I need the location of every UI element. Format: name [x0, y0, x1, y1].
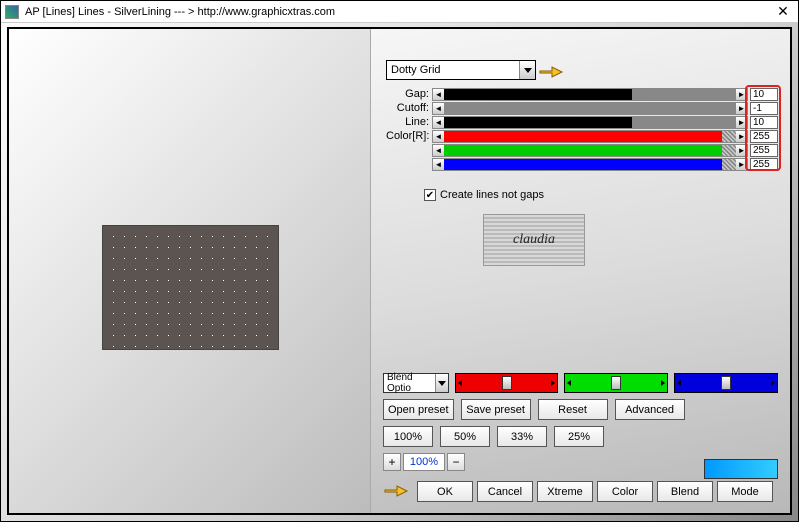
vendor-logo: claudia — [483, 214, 585, 266]
preset-buttons-row: Open preset Save preset Reset Advanced — [383, 399, 778, 420]
slider-value[interactable]: 255 — [750, 144, 778, 157]
plugin-window: AP [Lines] Lines - SilverLining --- > ht… — [0, 0, 799, 522]
slider-value[interactable]: -1 — [750, 102, 778, 115]
arrow-right-icon[interactable]: ► — [736, 89, 747, 100]
slider-track[interactable]: ◄ ► — [432, 130, 748, 143]
arrow-left-icon[interactable]: ◄ — [433, 131, 444, 142]
zoom-100-button[interactable]: 100% — [383, 426, 433, 447]
reset-button[interactable]: Reset — [538, 399, 608, 420]
pointer-hand-icon — [538, 60, 566, 80]
zoom-50-button[interactable]: 50% — [440, 426, 490, 447]
zoom-25-button[interactable]: 25% — [554, 426, 604, 447]
slider-value[interactable]: 255 — [750, 158, 778, 171]
color-button[interactable]: Color — [597, 481, 653, 502]
dialog-buttons-row: OK Cancel Xtreme Color Blend Mode — [383, 479, 778, 504]
arrow-right-icon[interactable]: ► — [736, 117, 747, 128]
slider-line: Line: ◄ ► 10 — [386, 115, 778, 129]
ok-button[interactable]: OK — [417, 481, 473, 502]
slider-track[interactable]: ◄ ► — [432, 144, 748, 157]
red-mixer-slider[interactable] — [455, 373, 559, 393]
create-lines-label: Create lines not gaps — [440, 189, 544, 201]
slider-value[interactable]: 255 — [750, 130, 778, 143]
arrow-left-icon[interactable]: ◄ — [433, 103, 444, 114]
blend-options-dropdown[interactable]: Blend Optio — [383, 373, 449, 393]
zoom-33-button[interactable]: 33% — [497, 426, 547, 447]
zoom-out-button[interactable]: − — [447, 453, 465, 471]
app-icon — [5, 5, 19, 19]
preset-row: Dotty Grid — [386, 60, 566, 80]
blue-mixer-slider[interactable] — [674, 373, 778, 393]
slider-track[interactable]: ◄ ► — [432, 88, 748, 101]
slider-value[interactable]: 10 — [750, 88, 778, 101]
slider-track[interactable]: ◄ ► — [432, 158, 748, 171]
slider-gap: Gap: ◄ ► 10 — [386, 87, 778, 101]
xtreme-button[interactable]: Xtreme — [537, 481, 593, 502]
pointer-hand-icon — [383, 479, 413, 504]
save-preset-button[interactable]: Save preset — [461, 399, 531, 420]
color-swatch[interactable] — [704, 459, 778, 479]
preset-dropdown[interactable]: Dotty Grid — [386, 60, 536, 80]
slider-color-b: ◄ ► 255 — [386, 157, 778, 171]
controls-pane: Dotty Grid Gap: ◄ ► 10 — [371, 29, 790, 513]
slider-color-r: Color[R]: ◄ ► 255 — [386, 129, 778, 143]
slider-color-g: ◄ ► 255 — [386, 143, 778, 157]
create-lines-checkbox[interactable]: ✔ — [424, 189, 436, 201]
green-mixer-slider[interactable] — [564, 373, 668, 393]
create-lines-checkbox-row: ✔ Create lines not gaps — [424, 189, 544, 201]
preview-pane — [9, 29, 371, 513]
arrow-left-icon[interactable]: ◄ — [433, 145, 444, 156]
arrow-left-icon[interactable]: ◄ — [433, 117, 444, 128]
slider-track[interactable]: ◄ ► — [432, 102, 748, 115]
preset-selected: Dotty Grid — [391, 64, 441, 76]
sliders-area: Gap: ◄ ► 10 Cutoff: ◄ ► -1 — [386, 87, 778, 171]
close-icon[interactable]: ✕ — [772, 3, 794, 20]
zoom-in-button[interactable]: + — [383, 453, 401, 471]
arrow-left-icon[interactable]: ◄ — [433, 89, 444, 100]
arrow-right-icon[interactable]: ► — [736, 159, 747, 170]
arrow-right-icon[interactable]: ► — [736, 131, 747, 142]
lower-controls: Blend Optio Open preset Save preset Rese… — [383, 373, 778, 504]
slider-value[interactable]: 10 — [750, 116, 778, 129]
open-preset-button[interactable]: Open preset — [383, 399, 454, 420]
advanced-button[interactable]: Advanced — [615, 399, 685, 420]
slider-track[interactable]: ◄ ► — [432, 116, 748, 129]
chevron-down-icon — [435, 374, 448, 392]
arrow-right-icon[interactable]: ► — [736, 103, 747, 114]
blend-button[interactable]: Blend — [657, 481, 713, 502]
zoom-preset-row: 100% 50% 33% 25% — [383, 426, 778, 447]
slider-cutoff: Cutoff: ◄ ► -1 — [386, 101, 778, 115]
arrow-right-icon[interactable]: ► — [736, 145, 747, 156]
zoom-value[interactable]: 100% — [403, 453, 445, 471]
titlebar: AP [Lines] Lines - SilverLining --- > ht… — [1, 1, 798, 23]
blend-options-row: Blend Optio — [383, 373, 778, 393]
arrow-left-icon[interactable]: ◄ — [433, 159, 444, 170]
mode-button[interactable]: Mode — [717, 481, 773, 502]
chevron-down-icon — [519, 61, 535, 79]
window-title: AP [Lines] Lines - SilverLining --- > ht… — [25, 6, 772, 18]
effect-preview[interactable] — [103, 226, 278, 349]
cancel-button[interactable]: Cancel — [477, 481, 533, 502]
content-area: Dotty Grid Gap: ◄ ► 10 — [7, 27, 792, 515]
